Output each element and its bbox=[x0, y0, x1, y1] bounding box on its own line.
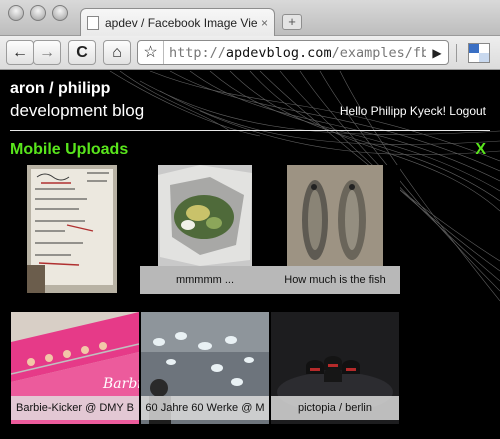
toolbar-separator bbox=[456, 44, 457, 62]
url-text[interactable]: http://apdevblog.com/examples/fbconnect/ bbox=[164, 45, 426, 61]
photo-caption: Barbie-Kicker @ DMY B bbox=[11, 396, 139, 420]
browser-toolbar: ← → C ⌂ ☆ http://apdevblog.com/examples/… bbox=[0, 36, 500, 70]
photo-caption: 60 Jahre 60 Werke @ M bbox=[141, 396, 269, 420]
tab-title: apdev / Facebook Image Viewer bbox=[105, 16, 257, 30]
photo-thumbnail[interactable]: Barbie Barbie-Kicker @ DMY B bbox=[11, 312, 139, 424]
header-divider bbox=[10, 130, 490, 131]
back-button[interactable]: ← bbox=[6, 40, 34, 65]
photo-thumbnail[interactable]: How much is the fish bbox=[270, 165, 400, 294]
user-bar: Hello Philipp Kyeck! Logout bbox=[340, 104, 486, 118]
photo-thumbnail[interactable] bbox=[27, 165, 117, 293]
browser-titlebar: apdev / Facebook Image Viewer × + bbox=[0, 0, 500, 37]
blog-subtitle: development blog bbox=[10, 101, 145, 120]
tab-close-icon[interactable]: × bbox=[261, 16, 268, 30]
photo-thumbnail[interactable]: mmmmm ... bbox=[140, 165, 270, 294]
close-window-button[interactable] bbox=[8, 5, 24, 21]
photo-caption: How much is the fish bbox=[270, 266, 400, 294]
user-greeting: Hello Philipp Kyeck! bbox=[339, 104, 446, 118]
minimize-window-button[interactable] bbox=[30, 5, 46, 21]
page-icon bbox=[87, 16, 99, 30]
album-title: Mobile Uploads bbox=[10, 141, 129, 158]
new-tab-button[interactable]: + bbox=[282, 14, 302, 30]
page-content: aron / philipp development blog Hello Ph… bbox=[0, 71, 500, 439]
page-menu-icon[interactable] bbox=[468, 43, 490, 63]
logout-link[interactable]: Logout bbox=[449, 104, 486, 118]
bookmark-star-icon[interactable]: ☆ bbox=[138, 41, 164, 64]
reload-button[interactable]: C bbox=[68, 40, 96, 65]
address-bar[interactable]: ☆ http://apdevblog.com/examples/fbconnec… bbox=[137, 40, 449, 65]
home-button[interactable]: ⌂ bbox=[103, 40, 131, 65]
forward-button[interactable]: → bbox=[33, 40, 61, 65]
photo-thumbnail[interactable]: pictopia / berlin bbox=[271, 312, 399, 424]
photo-caption: mmmmm ... bbox=[140, 266, 270, 294]
svg-text:Barbie: Barbie bbox=[102, 376, 139, 392]
photo-thumbnail[interactable]: 60 Jahre 60 Werke @ M bbox=[141, 312, 269, 424]
browser-tab[interactable]: apdev / Facebook Image Viewer × bbox=[80, 8, 275, 37]
blog-title[interactable]: aron / philipp bbox=[10, 80, 110, 98]
zoom-window-button[interactable] bbox=[52, 5, 68, 21]
photo-caption: pictopia / berlin bbox=[271, 396, 399, 420]
close-album-button[interactable]: X bbox=[475, 141, 486, 159]
go-icon[interactable]: ▶ bbox=[426, 46, 448, 60]
